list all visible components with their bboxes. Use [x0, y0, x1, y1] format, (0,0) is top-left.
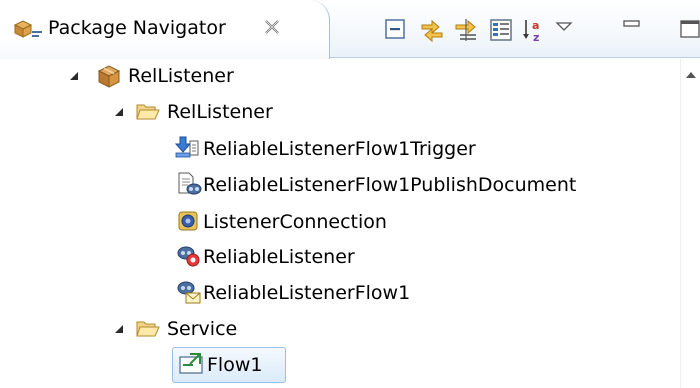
folder-icon: [136, 104, 160, 120]
svg-text:z: z: [533, 31, 539, 43]
publish-document-icon: [178, 172, 202, 195]
collapse-all-icon[interactable]: [383, 17, 409, 43]
expanded-twisty-icon[interactable]: [113, 323, 125, 335]
link-with-editor-icon[interactable]: [419, 17, 445, 43]
tree-node-label: ReliableListenerFlow1: [203, 282, 411, 304]
listener-icon: [177, 246, 200, 267]
maximize-icon[interactable]: [676, 17, 700, 43]
package-navigator-tab[interactable]: Package Navigator: [0, 0, 330, 59]
expanded-twisty-icon[interactable]: [68, 70, 80, 82]
view-menu-icon[interactable]: [553, 17, 575, 43]
filter-icon[interactable]: [454, 17, 480, 43]
view-title: Package Navigator: [48, 17, 226, 39]
scroll-up-arrow-icon[interactable]: [685, 71, 697, 79]
trigger-icon: [174, 136, 199, 158]
package-navigator-icon: [13, 20, 42, 38]
minimize-icon[interactable]: [621, 17, 643, 43]
tree-node-label: ListenerConnection: [203, 211, 387, 233]
close-icon[interactable]: [262, 17, 282, 37]
show-details-icon[interactable]: [488, 17, 514, 43]
tree-node-label: Flow1: [207, 354, 263, 376]
tree-node-label: ReliableListenerFlow1Trigger: [203, 138, 476, 160]
package-navigator-view: Package Navigator a z RelListener RelLis…: [0, 0, 700, 388]
vertical-scrollbar[interactable]: [680, 59, 700, 388]
package-icon: [97, 65, 121, 88]
tree-node-label: Service: [167, 318, 238, 340]
flow-service-icon: [179, 353, 203, 374]
folder-icon: [136, 321, 160, 337]
sort-alphabetically-icon[interactable]: a z: [521, 17, 547, 43]
tree-node-label: ReliableListener: [203, 246, 355, 268]
connection-icon: [178, 211, 198, 231]
tree-node-label: RelListener: [128, 65, 234, 87]
tree-node-label: RelListener: [167, 101, 273, 123]
expanded-twisty-icon[interactable]: [113, 106, 125, 118]
tree-node-label: ReliableListenerFlow1PublishDocument: [203, 174, 577, 196]
listener-notification-icon: [177, 281, 201, 304]
view-tab-strip: Package Navigator a z: [0, 0, 700, 59]
